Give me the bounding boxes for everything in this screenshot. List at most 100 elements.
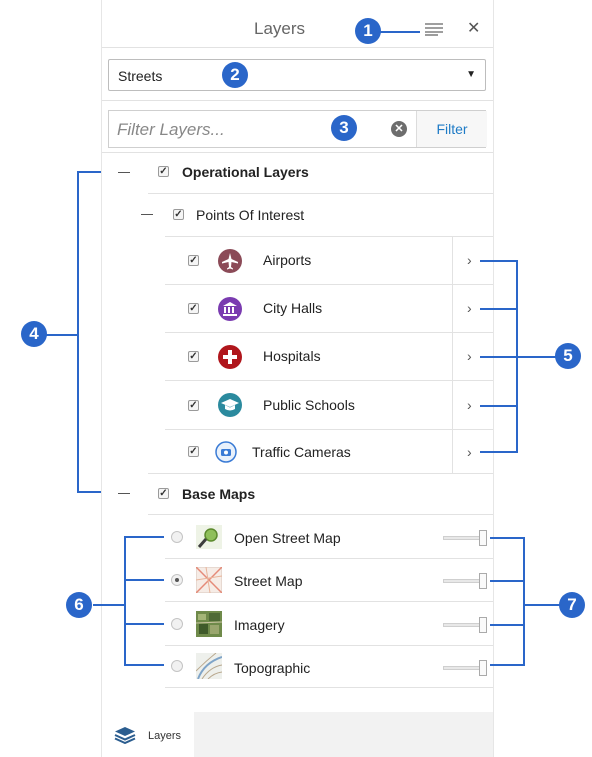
callout-line (380, 31, 420, 33)
basemap-radio[interactable] (171, 660, 183, 672)
divider (165, 236, 493, 237)
chevron-right-icon[interactable]: › (467, 252, 472, 268)
panel-title: Layers (254, 19, 306, 38)
divider (102, 100, 493, 101)
callout-badge: 3 (331, 115, 357, 141)
hamburger-menu-icon[interactable] (424, 22, 444, 36)
operational-layers-checkbox[interactable]: ✓ (158, 166, 169, 177)
callout-line (124, 536, 164, 538)
layer-checkbox[interactable]: ✓ (188, 255, 199, 266)
callout-badge: 6 (66, 592, 92, 618)
layer-checkbox[interactable]: ✓ (188, 446, 199, 457)
slider-thumb[interactable] (479, 530, 487, 546)
divider (452, 381, 453, 429)
camera-icon (215, 441, 237, 468)
school-icon (217, 392, 243, 423)
chevron-right-icon[interactable]: › (467, 348, 472, 364)
callout-line (124, 623, 164, 625)
filter-button[interactable]: Filter (416, 111, 487, 147)
points-of-interest-checkbox[interactable]: ✓ (173, 209, 184, 220)
opacity-slider[interactable] (443, 660, 487, 676)
imagery-thumbnail (195, 611, 223, 642)
opacity-slider[interactable] (443, 573, 487, 589)
layer-label: Hospitals (263, 348, 321, 364)
tab-layers-label: Layers (148, 730, 182, 742)
callout-line (480, 308, 518, 310)
collapse-icon[interactable] (141, 214, 153, 215)
callout-line (77, 171, 79, 493)
chevron-down-icon: ▼ (466, 69, 476, 80)
basemap-label: Open Street Map (234, 530, 341, 546)
airport-icon (217, 248, 243, 279)
basemap-label: Topographic (234, 660, 311, 676)
collapse-icon[interactable] (118, 172, 130, 173)
callout-line (124, 579, 164, 581)
divider (102, 152, 493, 153)
divider (165, 332, 493, 333)
clear-icon[interactable]: ✕ (391, 121, 407, 137)
topographic-thumbnail (195, 652, 223, 684)
basemap-label: Imagery (234, 617, 285, 633)
basemap-select[interactable]: Streets ▼ (108, 59, 486, 91)
chevron-right-icon[interactable]: › (467, 397, 472, 413)
callout-line (480, 356, 518, 358)
divider (452, 430, 453, 473)
divider (165, 380, 493, 381)
slider-thumb[interactable] (479, 573, 487, 589)
collapse-icon[interactable] (118, 493, 130, 494)
filter-box: ✕ Filter (108, 110, 487, 148)
divider (452, 333, 453, 380)
callout-line (93, 604, 124, 606)
header-divider (102, 47, 493, 48)
callout-line (480, 405, 518, 407)
divider (148, 193, 493, 194)
callout-badge: 4 (21, 321, 47, 347)
divider (165, 284, 493, 285)
divider (165, 687, 493, 688)
callout-badge: 2 (222, 62, 248, 88)
layer-checkbox[interactable]: ✓ (188, 351, 199, 362)
layers-stack-icon (114, 726, 136, 749)
hospital-icon (217, 344, 243, 375)
callout-line (518, 356, 556, 358)
open-street-map-thumbnail (196, 525, 222, 554)
points-of-interest-label: Points Of Interest (196, 207, 305, 223)
layer-checkbox[interactable]: ✓ (188, 400, 199, 411)
callout-line (490, 580, 525, 582)
basemap-radio[interactable] (171, 531, 183, 543)
divider (148, 473, 493, 474)
callout-badge: 7 (559, 592, 585, 618)
layer-label: Traffic Cameras (252, 444, 351, 460)
divider (452, 237, 453, 284)
callout-line (525, 604, 561, 606)
city-hall-icon (217, 296, 243, 327)
layer-label: Airports (263, 252, 312, 268)
slider-thumb[interactable] (479, 660, 487, 676)
callout-line (124, 664, 164, 666)
slider-thumb[interactable] (479, 617, 487, 633)
divider (452, 285, 453, 332)
callout-line (480, 451, 518, 453)
basemap-select-value: Streets (118, 68, 163, 84)
layer-checkbox[interactable]: ✓ (188, 303, 199, 314)
basemap-radio[interactable] (171, 574, 183, 586)
street-map-thumbnail (195, 566, 223, 598)
layer-label: City Halls (263, 300, 323, 316)
opacity-slider[interactable] (443, 530, 487, 546)
chevron-right-icon[interactable]: › (467, 444, 472, 460)
callout-line (77, 491, 101, 493)
callout-line (124, 536, 126, 665)
close-icon[interactable]: ✕ (467, 18, 480, 38)
divider (165, 429, 493, 430)
callout-line (490, 624, 525, 626)
callout-line (490, 664, 525, 666)
basemap-radio[interactable] (171, 618, 183, 630)
basemap-label: Street Map (234, 573, 303, 589)
opacity-slider[interactable] (443, 617, 487, 633)
base-maps-label: Base Maps (182, 486, 256, 502)
divider (165, 601, 493, 602)
base-maps-checkbox[interactable]: ✓ (158, 488, 169, 499)
chevron-right-icon[interactable]: › (467, 300, 472, 316)
filter-input[interactable] (115, 118, 319, 142)
divider (165, 558, 493, 559)
